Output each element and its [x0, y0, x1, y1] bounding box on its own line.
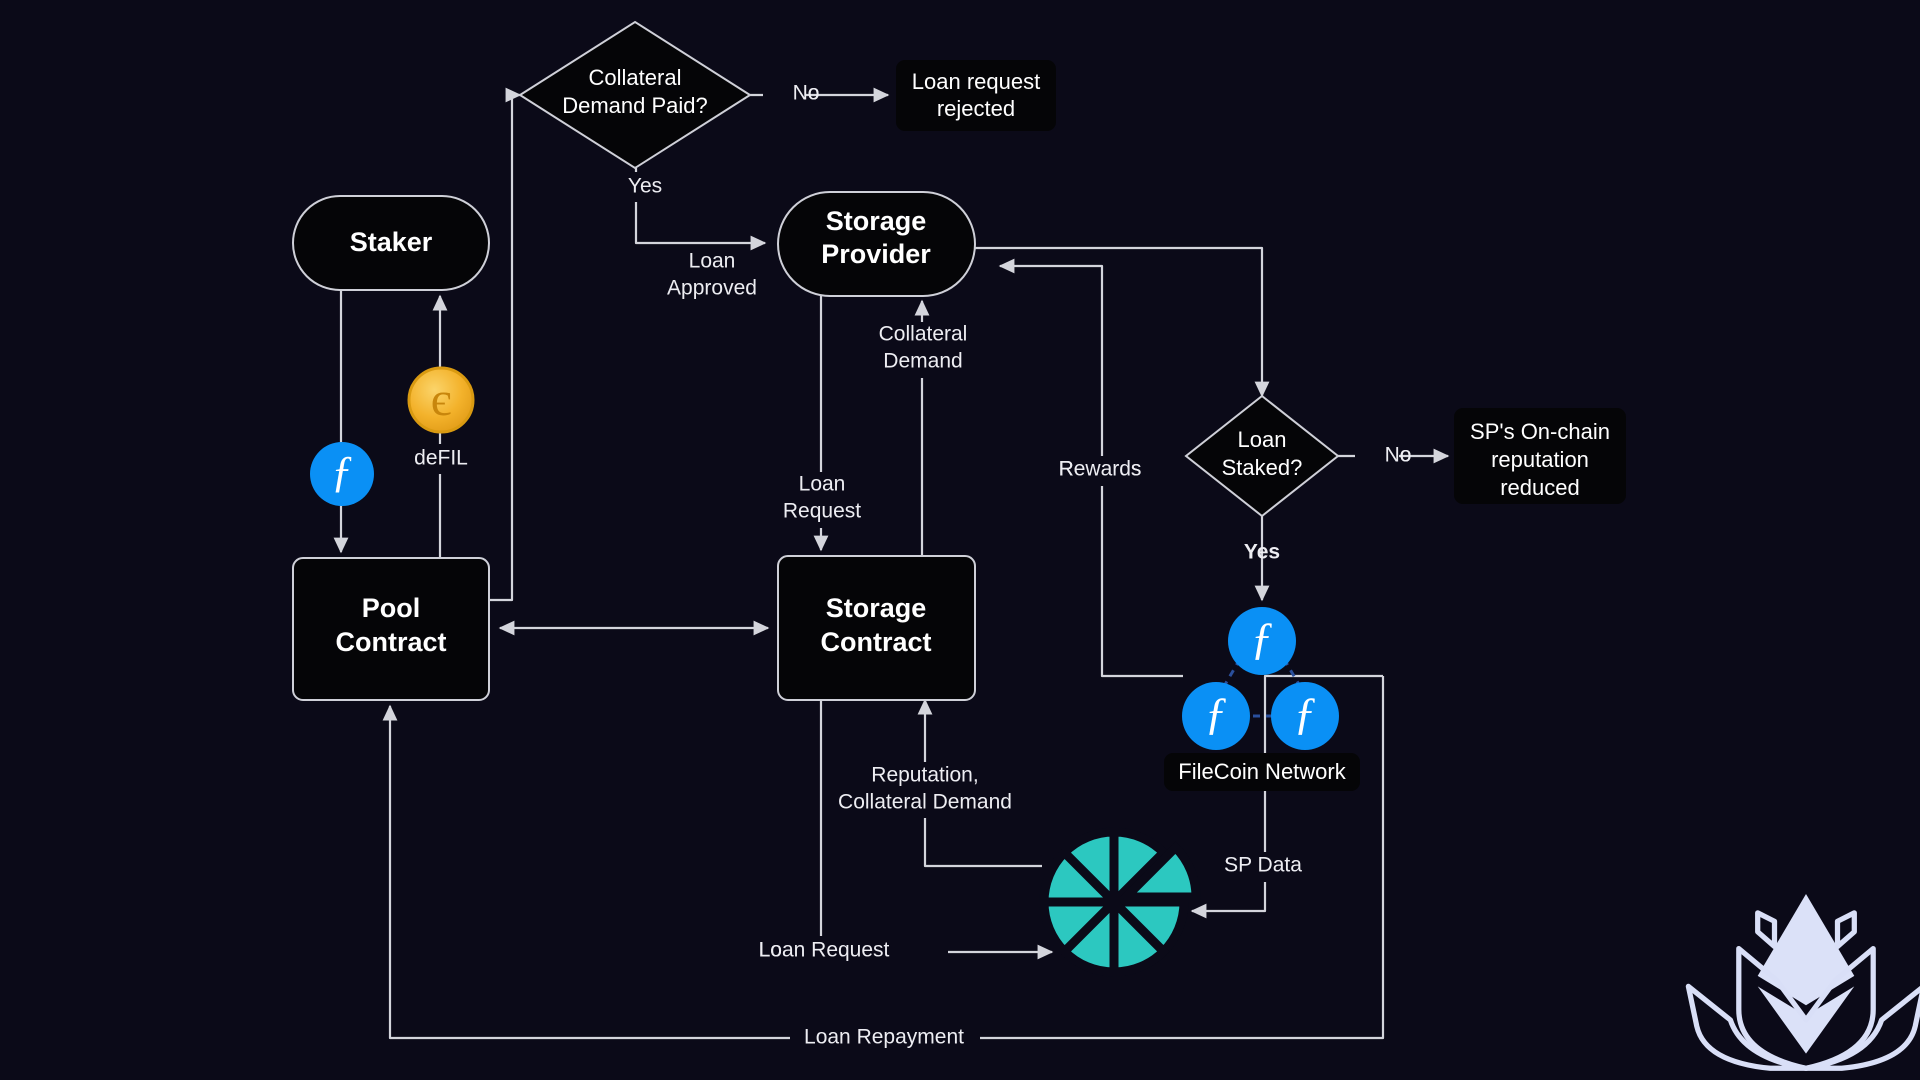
edge-label-loan-approved-line1: Loan — [689, 250, 736, 273]
defil-coin-glyph: є — [431, 373, 452, 426]
fil-coin-icon: ƒ — [310, 442, 374, 506]
edge-storage-contract-loan-request-bottom — [819, 700, 1054, 960]
node-storage-provider-line2: Provider — [821, 239, 931, 269]
edge-label-rewards-top: Rewards — [1059, 458, 1142, 481]
edge-label-sp-data-top: SP Data — [1224, 854, 1302, 877]
edge-label-loan-approved-line2: Approved — [667, 277, 757, 300]
node-pool-contract[interactable]: Pool Contract — [292, 557, 490, 701]
flowchart-svg: Staker Pool Contract Collateral Demand P… — [292, 20, 1920, 1071]
node-reputation-reduced-line3: reduced — [1500, 475, 1580, 500]
node-reputation-reduced-line1: SP's On-chain — [1470, 419, 1610, 444]
ethindia-logo: ETHIndia — [1685, 894, 1920, 1071]
node-reputation-reduced-line2: reputation — [1491, 447, 1589, 472]
filecoin-network-group[interactable]: ƒ ƒ ƒ FileCoin Network — [1164, 607, 1360, 791]
fil-coin-glyph: ƒ — [331, 447, 353, 496]
node-storage-provider-line1: Storage — [826, 206, 927, 236]
node-loan-rejected-line1: Loan request — [912, 69, 1040, 94]
edge-label-loan-request-bottom-top: Loan Request — [759, 939, 890, 962]
node-pool-contract-line2: Contract — [335, 627, 446, 657]
node-staker-label: Staker — [350, 227, 433, 257]
node-staker[interactable]: Staker — [292, 195, 490, 291]
node-loan-staked-line1: Loan — [1238, 427, 1287, 452]
node-loan-rejected-line2: rejected — [937, 96, 1015, 121]
node-loan-staked-decision[interactable]: Loan Staked? — [1184, 394, 1340, 518]
filecoin-glyph-left: ƒ — [1205, 688, 1228, 739]
edge-label-collateral-yes-top: Yes — [628, 175, 662, 198]
edge-label-loan-repayment-top: Loan Repayment — [804, 1026, 964, 1049]
edge-label-loan-staked-no-top: No — [1385, 444, 1412, 467]
node-reputation-reduced[interactable]: SP's On-chain reputation reduced — [1454, 408, 1626, 504]
edge-label-collateral-no-top: No — [793, 82, 820, 105]
edge-label-reputation-line1-top: Reputation, — [871, 764, 978, 787]
node-loan-staked-line2: Staked? — [1222, 455, 1303, 480]
node-storage-provider[interactable]: Storage Provider — [777, 191, 976, 297]
node-storage-contract-line2: Contract — [820, 627, 931, 657]
edge-pool-to-collateral-decision — [488, 87, 522, 602]
edge-label-collateral-demand-line2-top: Demand — [883, 350, 962, 373]
diagram-canvas: Staker Pool Contract Collateral Demand P… — [0, 0, 1920, 1080]
edge-label-loan-staked-yes: Yes — [1244, 541, 1280, 564]
node-storage-contract[interactable]: Storage Contract — [777, 555, 976, 701]
edge-sp-to-loan-staked — [975, 246, 1270, 398]
edge-label-loan-request-line1-top: Loan — [799, 473, 846, 496]
edge-label-reputation-line2-top: Collateral Demand — [838, 791, 1012, 814]
filecoin-icon-left: ƒ — [1182, 682, 1250, 750]
filecoin-network-label: FileCoin Network — [1178, 759, 1346, 784]
node-collateral-decision-line2: Demand Paid? — [562, 93, 708, 118]
node-storage-contract-line1: Storage — [826, 593, 927, 623]
pie-chart-icon — [1039, 827, 1201, 977]
filecoin-icon-right: ƒ — [1271, 682, 1339, 750]
node-collateral-decision[interactable]: Collateral Demand Paid? — [518, 20, 752, 170]
edge-label-loan-request-line2-top: Request — [783, 500, 861, 523]
edge-label-collateral-demand-line1-top: Collateral — [879, 323, 968, 346]
node-loan-rejected[interactable]: Loan request rejected — [896, 60, 1056, 131]
filecoin-icon-top: ƒ — [1228, 607, 1296, 675]
defil-coin-label-top: deFIL — [414, 447, 468, 470]
filecoin-glyph-right: ƒ — [1294, 688, 1317, 739]
node-pool-contract-line1: Pool — [362, 593, 421, 623]
node-collateral-decision-line1: Collateral — [589, 65, 682, 90]
filecoin-glyph-top: ƒ — [1251, 613, 1274, 664]
